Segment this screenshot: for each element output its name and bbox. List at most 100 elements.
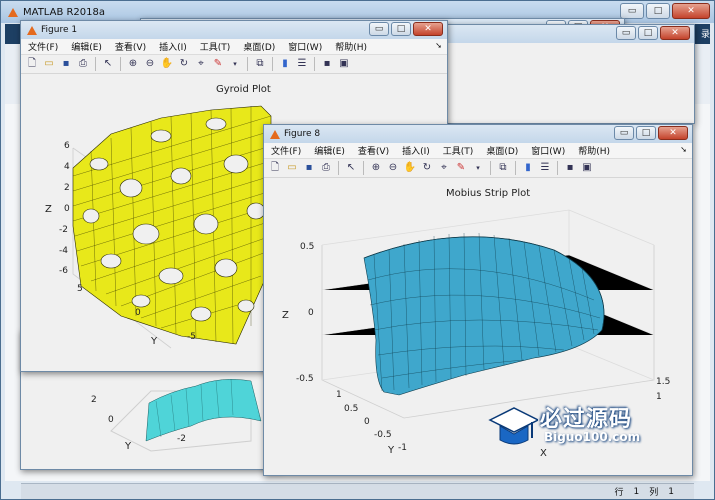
new-figure-icon[interactable]: 🗋 <box>268 161 282 175</box>
figure8-toolbar: 🗋 ▭ ▪ ⎙ ↖ ⊕ ⊖ ✋ ↻ ⌖ ✎ ▾ ⧉ ▮ ☰ ▪ ▣ <box>264 159 692 178</box>
menu-help[interactable]: 帮助(H) <box>578 144 610 157</box>
zoom-in-icon[interactable]: ⊕ <box>126 57 140 71</box>
legend-icon[interactable]: ☰ <box>295 57 309 71</box>
hide-plot-tools-icon[interactable]: ▪ <box>563 161 577 175</box>
save-icon[interactable]: ▪ <box>302 161 316 175</box>
menu-edit[interactable]: 编辑(E) <box>71 40 102 53</box>
menu-view[interactable]: 查看(V) <box>358 144 389 157</box>
y-tick-0.5: 0.5 <box>344 404 359 414</box>
data-cursor-icon[interactable]: ⌖ <box>437 161 451 175</box>
open-file-icon[interactable]: ▭ <box>285 161 299 175</box>
menu-overflow-icon[interactable]: ➘ <box>680 145 687 154</box>
matlab-logo-icon <box>269 128 281 140</box>
select-arrow-icon[interactable]: ↖ <box>101 57 115 71</box>
menu-overflow-icon[interactable]: ➘ <box>435 41 442 50</box>
y-tick-0: 0 <box>135 308 141 318</box>
pan-hand-icon[interactable]: ✋ <box>160 57 174 71</box>
menu-desktop[interactable]: 桌面(D) <box>486 144 518 157</box>
show-plot-tools-icon[interactable]: ▣ <box>337 57 351 71</box>
row-label: 行 <box>614 488 624 498</box>
brush-dropdown-icon[interactable]: ▾ <box>471 161 485 175</box>
pan-hand-icon[interactable]: ✋ <box>403 161 417 175</box>
menu-window[interactable]: 窗口(W) <box>288 40 322 53</box>
minimize-button[interactable]: ▭ <box>614 126 634 140</box>
close-button[interactable]: ✕ <box>660 26 690 40</box>
data-cursor-icon[interactable]: ⌖ <box>194 57 208 71</box>
y-tick-neg5: -5 <box>187 332 196 342</box>
menu-tools[interactable]: 工具(T) <box>200 40 231 53</box>
show-plot-tools-icon[interactable]: ▣ <box>580 161 594 175</box>
open-file-icon[interactable]: ▭ <box>42 57 56 71</box>
legend-icon[interactable]: ☰ <box>538 161 552 175</box>
graduation-cap-logo-icon <box>488 407 538 445</box>
print-icon[interactable]: ⎙ <box>76 57 90 71</box>
menu-insert[interactable]: 插入(I) <box>159 40 187 53</box>
zoom-out-icon[interactable]: ⊖ <box>143 57 157 71</box>
minimize-button[interactable]: ▭ <box>616 26 636 40</box>
col-value: 1 <box>668 486 674 497</box>
brush-dropdown-icon[interactable]: ▾ <box>228 57 242 71</box>
figure1-toolbar: 🗋 ▭ ▪ ⎙ ↖ ⊕ ⊖ ✋ ↻ ⌖ ✎ ▾ ⧉ ▮ ☰ ▪ ▣ <box>21 55 447 74</box>
menu-insert[interactable]: 插入(I) <box>402 144 430 157</box>
maximize-button[interactable]: □ <box>636 126 656 140</box>
y-tick-0: 0 <box>108 415 114 425</box>
close-button[interactable]: ✕ <box>413 22 443 36</box>
close-button[interactable]: ✕ <box>672 3 710 19</box>
link-plot-icon[interactable]: ⧉ <box>496 161 510 175</box>
new-figure-icon[interactable]: 🗋 <box>25 57 39 71</box>
z-tick-0.5: 0.5 <box>300 242 315 252</box>
z-axis-label: Z <box>45 204 52 215</box>
z-tick-neg4: -4 <box>59 246 68 256</box>
z-tick-0: 0 <box>308 308 314 318</box>
status-bar: 行 1 列 1 <box>21 483 694 499</box>
figure8-title: Figure 8 <box>284 129 321 139</box>
colorbar-icon[interactable]: ▮ <box>278 57 292 71</box>
menu-file[interactable]: 文件(F) <box>271 144 301 157</box>
menu-view[interactable]: 查看(V) <box>115 40 146 53</box>
mobius-strip <box>363 236 605 396</box>
menu-tools[interactable]: 工具(T) <box>443 144 474 157</box>
colorbar-icon[interactable]: ▮ <box>521 161 535 175</box>
menu-desktop[interactable]: 桌面(D) <box>243 40 275 53</box>
close-button[interactable]: ✕ <box>658 126 688 140</box>
matlab-logo-icon <box>26 24 38 36</box>
print-icon[interactable]: ⎙ <box>319 161 333 175</box>
zoom-in-icon[interactable]: ⊕ <box>369 161 383 175</box>
brush-icon[interactable]: ✎ <box>211 57 225 71</box>
menu-edit[interactable]: 编辑(E) <box>314 144 345 157</box>
figure8-menubar: 文件(F) 编辑(E) 查看(V) 插入(I) 工具(T) 桌面(D) 窗口(W… <box>264 143 692 159</box>
rotate-3d-icon[interactable]: ↻ <box>177 57 191 71</box>
y-tick-1: 1 <box>336 390 342 400</box>
maximize-button[interactable]: □ <box>638 26 658 40</box>
link-plot-icon[interactable]: ⧉ <box>253 57 267 71</box>
watermark: 必过源码 Biguo100.com <box>488 400 688 452</box>
zoom-out-icon[interactable]: ⊖ <box>386 161 400 175</box>
hide-plot-tools-icon[interactable]: ▪ <box>320 57 334 71</box>
maximize-button[interactable]: □ <box>391 22 411 36</box>
minimize-button[interactable]: ▭ <box>369 22 389 36</box>
z-tick-2: 2 <box>64 183 70 193</box>
y-tick-5: 5 <box>77 284 83 294</box>
matlab-logo-icon <box>7 6 19 18</box>
figure1-title: Figure 1 <box>41 25 78 35</box>
y-axis-label: Y <box>388 445 395 456</box>
y-tick-2: 2 <box>91 395 97 405</box>
brush-icon[interactable]: ✎ <box>454 161 468 175</box>
save-icon[interactable]: ▪ <box>59 57 73 71</box>
menu-window[interactable]: 窗口(W) <box>531 144 565 157</box>
z-tick-4: 4 <box>64 162 70 172</box>
menu-help[interactable]: 帮助(H) <box>335 40 367 53</box>
figure1-title-bar: Figure 1 ▭ □ ✕ <box>21 21 447 39</box>
watermark-chinese: 必过源码 <box>540 407 633 432</box>
maximize-button[interactable]: □ <box>646 3 670 19</box>
figure8-title-bar: Figure 8 ▭ □ ✕ <box>264 125 692 143</box>
teal-surface <box>145 379 262 442</box>
select-arrow-icon[interactable]: ↖ <box>344 161 358 175</box>
rotate-3d-icon[interactable]: ↻ <box>420 161 434 175</box>
menu-file[interactable]: 文件(F) <box>28 40 58 53</box>
z-tick-neg2: -2 <box>59 225 68 235</box>
app-title: MATLAB R2018a <box>23 6 106 18</box>
z-tick-0: 0 <box>64 204 70 214</box>
z-tick-neg6: -6 <box>59 266 68 276</box>
minimize-button[interactable]: ▭ <box>620 3 644 19</box>
